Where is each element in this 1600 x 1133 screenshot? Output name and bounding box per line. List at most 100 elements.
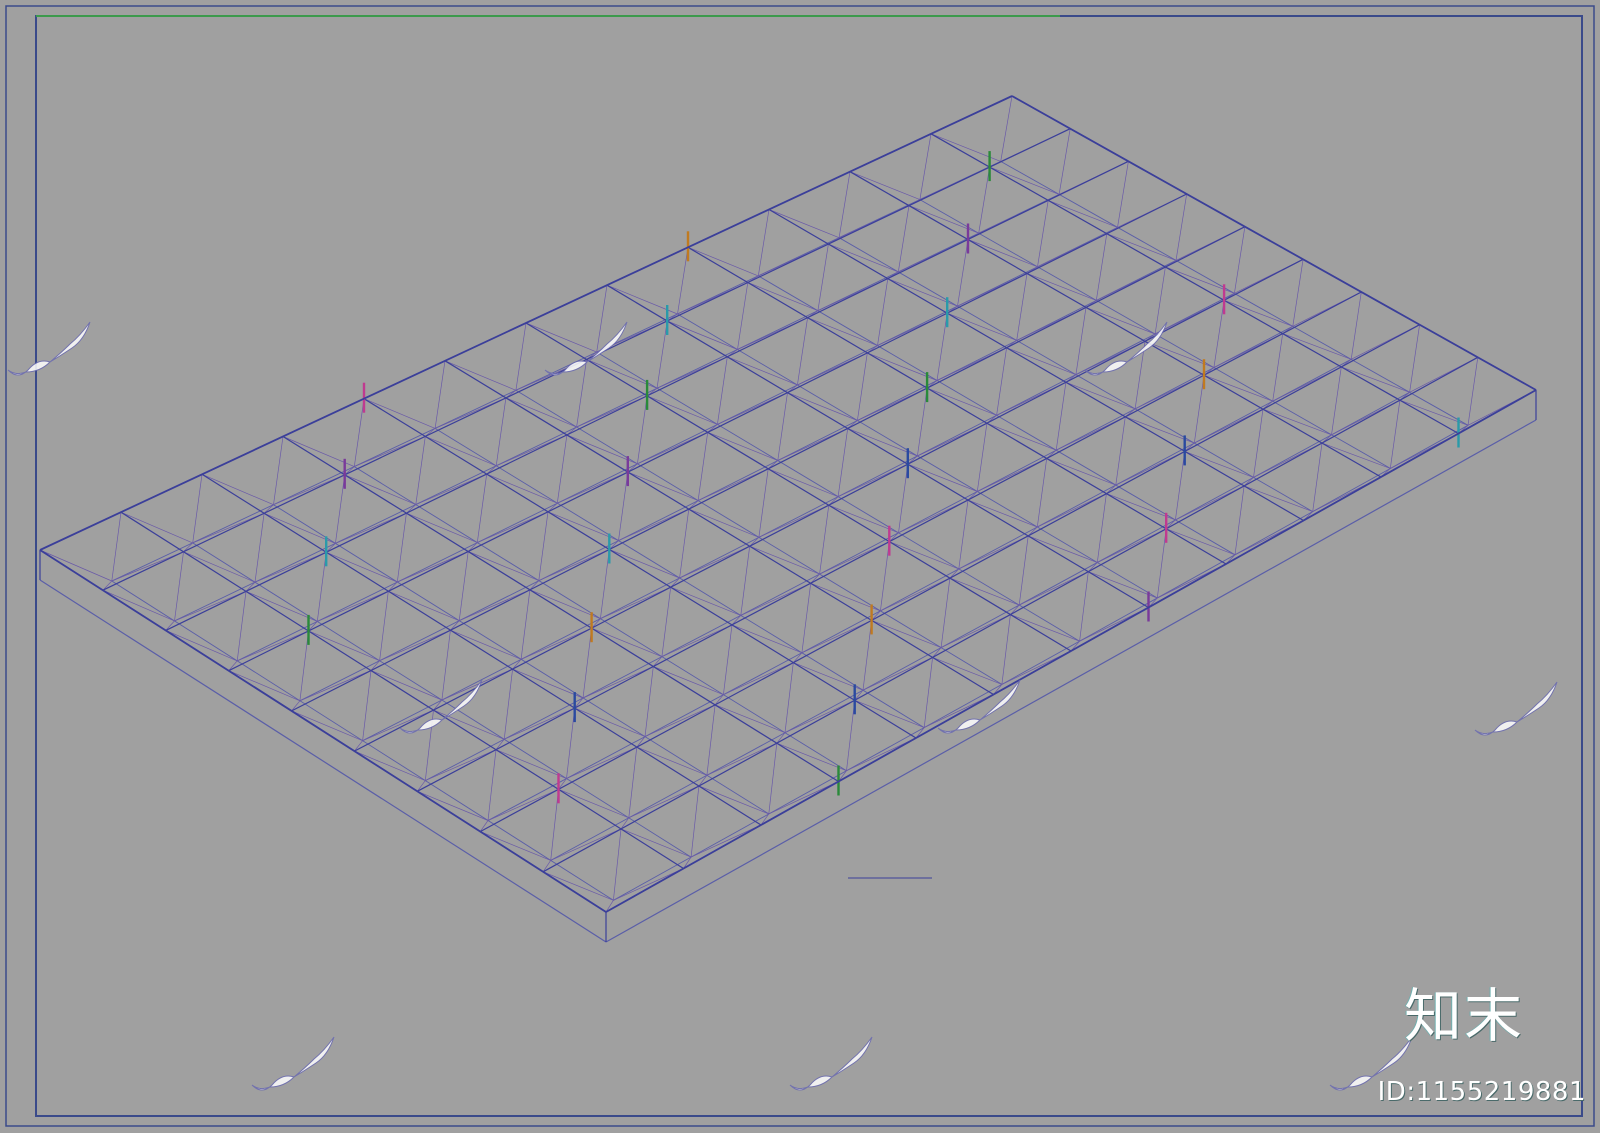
- web-diagonal: [1006, 347, 1077, 376]
- web-diagonal: [996, 347, 1007, 416]
- web-diagonal: [862, 657, 933, 691]
- top-chord-member: [120, 511, 684, 870]
- web-diagonal: [192, 474, 203, 543]
- web-diagonal: [459, 589, 531, 622]
- web-diagonal: [165, 620, 175, 631]
- web-diagonal: [397, 551, 469, 583]
- web-diagonal: [737, 282, 749, 350]
- bottom-chord-member: [237, 226, 1118, 662]
- web-diagonal: [877, 278, 889, 346]
- web-diagonal: [957, 239, 969, 307]
- web-diagonal: [1065, 381, 1136, 410]
- edge-member: [39, 549, 607, 913]
- web-diagonal: [810, 582, 881, 612]
- web-diagonal: [698, 785, 769, 815]
- web-diagonal: [690, 824, 762, 858]
- web-diagonal: [880, 541, 890, 611]
- web-diagonal: [263, 512, 336, 544]
- web-diagonal: [236, 591, 247, 661]
- web-diagonal: [740, 546, 751, 616]
- web-diagonal: [697, 432, 709, 501]
- web-diagonal: [776, 742, 847, 772]
- top-chord-member: [291, 226, 1246, 712]
- web-diagonal: [1058, 128, 1071, 195]
- watermark-brand: 知末: [1403, 982, 1524, 1050]
- web-diagonal: [1106, 233, 1177, 261]
- web-diagonal: [949, 577, 1020, 606]
- web-diagonal: [801, 620, 872, 654]
- web-diagonal: [344, 474, 416, 505]
- web-diagonal: [102, 589, 175, 622]
- web-diagonal: [1389, 400, 1401, 469]
- web-diagonal: [854, 699, 925, 728]
- web-diagonal: [576, 359, 587, 428]
- web-diagonal: [1010, 614, 1080, 642]
- web-diagonal: [653, 666, 724, 696]
- web-diagonal: [917, 388, 928, 457]
- web-diagonal: [687, 246, 759, 277]
- web-diagonal: [679, 509, 690, 579]
- web-diagonal: [958, 500, 969, 569]
- web-diagonal: [1046, 458, 1116, 486]
- web-diagonal: [1079, 571, 1089, 642]
- web-diagonal: [618, 508, 689, 541]
- web-diagonal: [1154, 266, 1166, 335]
- web-diagonal: [776, 732, 786, 744]
- web-diagonal: [326, 551, 398, 583]
- web-diagonal: [1048, 200, 1118, 228]
- web-diagonal: [1115, 416, 1126, 486]
- web-diagonal: [871, 610, 881, 621]
- web-diagonal: [505, 397, 577, 428]
- web-diagonal: [520, 627, 592, 660]
- web-diagonal: [582, 628, 592, 699]
- web-diagonal: [889, 541, 959, 570]
- web-diagonal: [768, 209, 840, 239]
- web-diagonal: [690, 785, 700, 858]
- web-diagonal: [714, 704, 786, 734]
- web-diagonal: [706, 742, 777, 776]
- top-chord-member: [606, 284, 1149, 609]
- web-diagonal: [388, 581, 398, 592]
- web-diagonal: [723, 624, 733, 695]
- truss-top-chord: [39, 95, 1537, 913]
- web-diagonal: [1175, 451, 1186, 520]
- web-diagonal: [415, 436, 426, 505]
- web-diagonal: [653, 656, 663, 667]
- web-diagonal: [291, 710, 363, 742]
- web-diagonal: [425, 749, 497, 781]
- web-diagonal: [1203, 374, 1273, 402]
- web-diagonal: [1166, 528, 1236, 556]
- web-diagonal: [1117, 161, 1129, 228]
- web-diagonal: [538, 549, 610, 581]
- web-diagonal: [644, 666, 654, 737]
- web-diagonal: [434, 360, 446, 429]
- web-diagonal: [706, 704, 716, 776]
- drawing-canvas: [5, 5, 1595, 1127]
- web-diagonal: [797, 317, 808, 386]
- web-diagonal: [487, 788, 559, 821]
- stamp-mark: [544, 321, 628, 376]
- web-diagonal: [495, 397, 507, 466]
- web-diagonal: [1272, 333, 1284, 402]
- web-diagonal: [1037, 200, 1049, 267]
- web-diagonal: [1075, 307, 1087, 375]
- web-diagonal: [978, 167, 990, 234]
- web-diagonal: [857, 352, 868, 421]
- web-diagonal: [174, 551, 184, 621]
- web-diagonal: [1000, 95, 1013, 162]
- web-diagonal: [1213, 300, 1225, 368]
- web-diagonal: [784, 699, 855, 734]
- web-diagonal: [1026, 273, 1097, 301]
- web-diagonal: [558, 788, 629, 819]
- web-diagonal: [897, 205, 910, 272]
- web-diagonal: [1234, 485, 1245, 555]
- web-diagonal: [1036, 458, 1048, 528]
- web-diagonal: [520, 589, 531, 660]
- web-diagonal: [503, 669, 513, 740]
- web-diagonal: [388, 590, 460, 622]
- web-diagonal: [529, 589, 601, 620]
- truss-outer-edge: [39, 95, 1537, 943]
- web-diagonal: [828, 243, 899, 273]
- web-diagonal: [556, 434, 568, 504]
- edge-member: [1011, 95, 1537, 391]
